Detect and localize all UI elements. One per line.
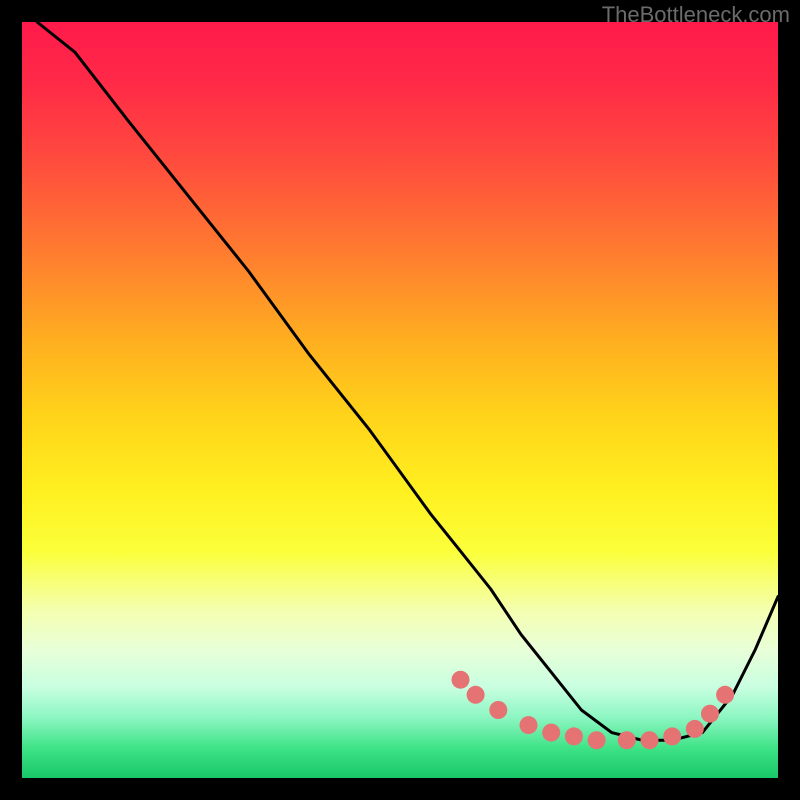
optimal-dot [716,686,734,704]
bottleneck-curve-line [37,22,778,740]
optimal-dot [520,716,538,734]
optimal-dot [686,720,704,738]
optimal-dot [618,731,636,749]
optimal-dot [467,686,485,704]
chart-overlay-svg [22,22,778,778]
optimal-dot [565,727,583,745]
optimal-dot [641,731,659,749]
chart-container: TheBottleneck.com [0,0,800,800]
optimal-dot [588,731,606,749]
optimal-dot [701,705,719,723]
optimal-region-markers [452,671,735,750]
optimal-dot [489,701,507,719]
optimal-dot [663,727,681,745]
optimal-dot [542,724,560,742]
watermark-text: TheBottleneck.com [602,2,790,28]
optimal-dot [452,671,470,689]
